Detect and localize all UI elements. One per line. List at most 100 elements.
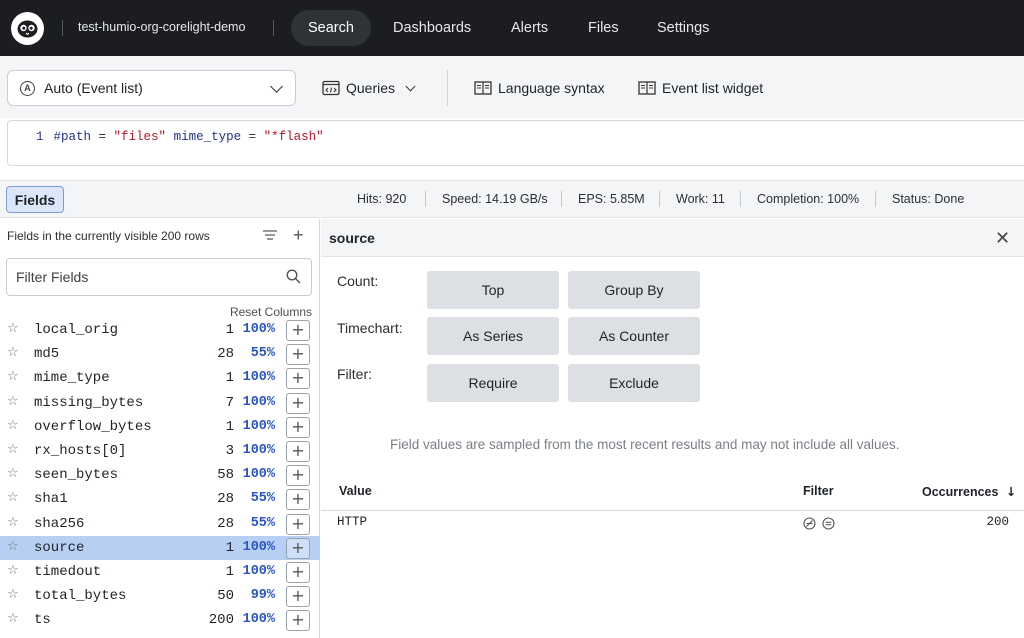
humio-logo-icon[interactable]: [11, 12, 44, 45]
add-column-icon[interactable]: +: [286, 441, 310, 462]
field-name: sha256: [34, 515, 85, 532]
field-row[interactable]: ☆ md5 28 55% +: [0, 342, 320, 366]
field-row[interactable]: ☆ sha1 28 55% +: [0, 487, 320, 511]
star-icon[interactable]: ☆: [7, 466, 19, 481]
widget-mode-label: Auto (Event list): [44, 80, 143, 96]
nav-tab-dashboards[interactable]: Dashboards: [376, 10, 488, 46]
field-count: 1: [225, 322, 234, 338]
filter-fields-placeholder: Filter Fields: [16, 269, 89, 285]
add-column-icon[interactable]: +: [286, 489, 310, 511]
column-header-occurrences[interactable]: Occurrences ↓: [922, 484, 1016, 499]
chevron-down-icon: [405, 81, 416, 91]
exclude-value-icon[interactable]: [803, 517, 816, 530]
close-icon[interactable]: ✕: [995, 228, 1010, 249]
field-percentage: 100%: [242, 370, 275, 386]
field-percentage: 55%: [250, 515, 275, 531]
query-token: #path: [53, 130, 92, 144]
star-icon[interactable]: ☆: [7, 490, 19, 505]
query-text: 1 #path = "files" mime_type = "*flash": [36, 130, 324, 144]
field-percentage: 100%: [242, 394, 275, 410]
top-button[interactable]: Top: [427, 271, 559, 309]
add-column-icon[interactable]: +: [286, 416, 310, 438]
field-row[interactable]: ☆ missing_bytes 7 100% +: [0, 391, 320, 415]
add-column-icon[interactable]: +: [286, 392, 310, 414]
star-icon[interactable]: ☆: [7, 611, 19, 626]
field-row[interactable]: ☆ ts 200 100% +: [0, 608, 320, 632]
require-value-icon[interactable]: [822, 517, 835, 530]
star-icon[interactable]: ☆: [7, 369, 19, 384]
stat-work: Work: 11: [676, 192, 725, 206]
column-header-value[interactable]: Value: [339, 484, 372, 498]
field-row[interactable]: ☆ source 1 100% +: [0, 535, 320, 560]
add-field-icon[interactable]: +: [293, 226, 304, 244]
filter-fields-input[interactable]: Filter Fields: [6, 258, 312, 296]
field-name: sha1: [34, 491, 68, 508]
queries-label: Queries: [346, 80, 396, 96]
queries-button[interactable]: Queries: [322, 76, 416, 100]
nav-tab-settings[interactable]: Settings: [640, 10, 726, 46]
add-column-icon[interactable]: +: [286, 586, 310, 608]
field-row[interactable]: ☆ seen_bytes 58 100% +: [0, 463, 320, 487]
field-detail-header: [321, 219, 1024, 257]
reset-columns-link[interactable]: Reset Columns: [230, 305, 312, 319]
nav-divider: [62, 20, 63, 36]
event-list-widget-label: Event list widget: [662, 80, 764, 96]
nav-tab-files[interactable]: Files: [571, 10, 636, 46]
field-count: 7: [225, 394, 234, 411]
star-icon[interactable]: ☆: [7, 563, 19, 578]
field-row[interactable]: ☆ rx_hosts[0] 3 100% +: [0, 439, 320, 463]
nav-tab-search[interactable]: Search: [291, 10, 371, 46]
add-column-icon[interactable]: +: [286, 368, 310, 390]
add-column-icon[interactable]: +: [286, 320, 310, 341]
star-icon[interactable]: ☆: [7, 539, 19, 554]
add-column-icon[interactable]: +: [286, 465, 310, 487]
star-icon[interactable]: ☆: [7, 587, 19, 602]
field-row[interactable]: ☆ timedout 1 100% +: [0, 560, 320, 584]
event-list-widget-button[interactable]: Event list widget: [638, 76, 763, 100]
line-number: 1: [36, 130, 44, 144]
stat-status: Status: Done: [892, 192, 965, 206]
exclude-button[interactable]: Exclude: [568, 364, 700, 402]
sort-menu-icon[interactable]: [263, 229, 277, 241]
book-icon: [474, 81, 492, 95]
star-icon[interactable]: ☆: [7, 442, 19, 457]
field-name: total_bytes: [34, 588, 127, 605]
field-percentage: 100%: [242, 539, 275, 555]
field-row[interactable]: ☆ total_bytes 50 99% +: [0, 584, 320, 608]
star-icon[interactable]: ☆: [7, 418, 19, 433]
sort-descending-icon: ↓: [1005, 484, 1017, 499]
field-row[interactable]: ☆ local_orig 1 100% +: [0, 320, 320, 342]
nav-tab-alerts[interactable]: Alerts: [494, 10, 565, 46]
timechart-label: Timechart:: [337, 320, 403, 336]
fields-tab-button[interactable]: Fields: [6, 186, 64, 213]
language-syntax-label: Language syntax: [498, 80, 605, 96]
org-name[interactable]: test-humio-org-corelight-demo: [78, 20, 245, 34]
widget-mode-select[interactable]: A Auto (Event list): [7, 70, 296, 106]
field-percentage: 100%: [242, 322, 275, 337]
query-token: =: [91, 130, 114, 144]
add-column-icon[interactable]: +: [286, 513, 310, 535]
field-name: rx_hosts[0]: [34, 443, 127, 459]
field-detail-title: source: [329, 230, 375, 246]
field-row[interactable]: ☆ sha256 28 55% +: [0, 512, 320, 536]
field-name: missing_bytes: [34, 394, 144, 411]
stat-divider: [425, 191, 426, 207]
star-icon[interactable]: ☆: [7, 345, 19, 360]
field-percentage: 100%: [242, 564, 275, 579]
group-by-button[interactable]: Group By: [568, 271, 700, 309]
require-button[interactable]: Require: [427, 364, 559, 402]
star-icon[interactable]: ☆: [7, 394, 19, 409]
add-column-icon[interactable]: +: [286, 537, 310, 559]
add-column-icon[interactable]: +: [286, 562, 310, 583]
add-column-icon[interactable]: +: [286, 610, 310, 632]
language-syntax-button[interactable]: Language syntax: [474, 76, 605, 100]
query-editor[interactable]: 1 #path = "files" mime_type = "*flash": [7, 120, 1024, 166]
as-counter-button[interactable]: As Counter: [568, 317, 700, 355]
star-icon[interactable]: ☆: [7, 515, 19, 530]
field-row[interactable]: ☆ mime_type 1 100% +: [0, 366, 320, 390]
field-row[interactable]: ☆ overflow_bytes 1 100% +: [0, 415, 320, 439]
star-icon[interactable]: ☆: [7, 321, 19, 336]
as-series-button[interactable]: As Series: [427, 317, 559, 355]
add-column-icon[interactable]: +: [286, 344, 310, 366]
query-token: "*flash": [263, 130, 324, 144]
